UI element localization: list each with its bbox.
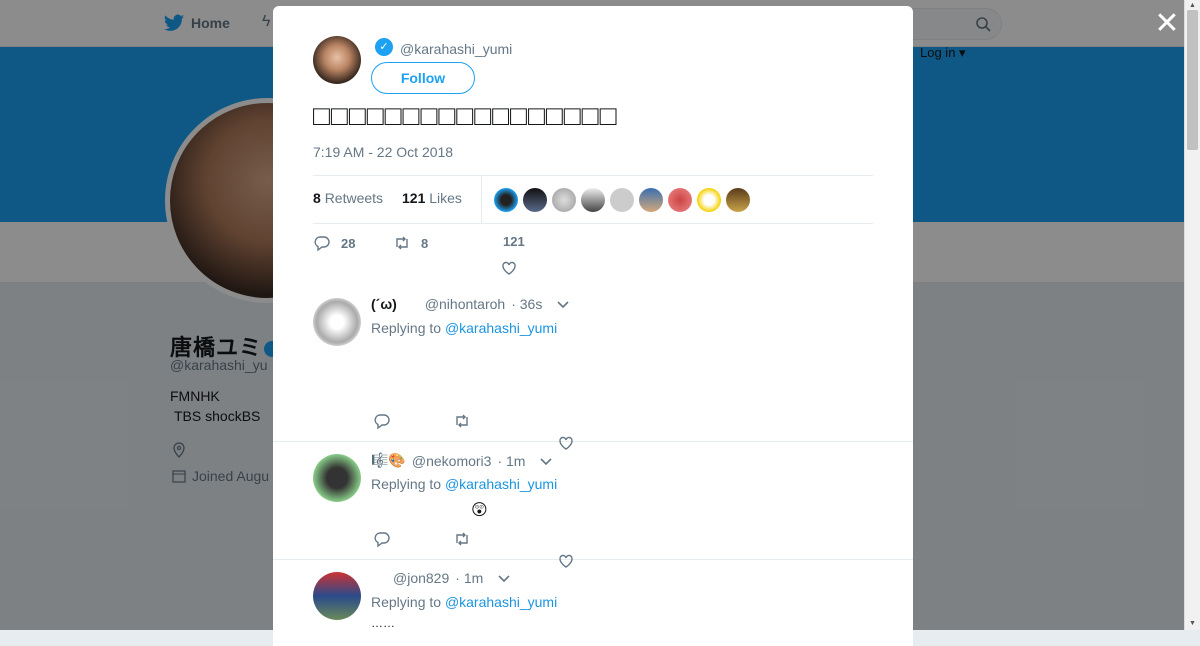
scroll-down-icon[interactable]: ▼	[1189, 620, 1196, 627]
liker-avatar[interactable]	[494, 188, 518, 212]
liker-avatar[interactable]	[552, 188, 576, 212]
reply-author-name[interactable]: 🎼🎨	[371, 452, 406, 469]
retweet-icon	[396, 236, 408, 250]
close-icon[interactable]: ✕	[1153, 9, 1181, 39]
replying-to-link[interactable]: @karahashi_yumi	[445, 594, 557, 610]
reply-icon	[314, 236, 330, 252]
reply-body: ……	[371, 616, 395, 630]
reply-age[interactable]: · 1m	[455, 570, 483, 586]
likes-stat[interactable]: 121 Likes	[402, 190, 462, 206]
likes-count: 121	[402, 190, 426, 206]
reply-author-handle[interactable]: @nihontaroh	[425, 296, 505, 312]
reply-tweet[interactable]: (´ω) @nihontaroh · 36s Replying to @kara…	[273, 286, 913, 450]
liker-avatar[interactable]	[610, 188, 634, 212]
replying-to-prefix: Replying to	[371, 594, 442, 610]
reply-avatar[interactable]	[313, 572, 361, 620]
chevron-down-icon[interactable]	[497, 571, 511, 585]
retweets-stat[interactable]: 8 Retweets	[313, 190, 383, 206]
tweet-author-handle[interactable]: @karahashi_yumi	[400, 41, 512, 57]
liker-avatar[interactable]	[581, 188, 605, 212]
replying-to: Replying to @karahashi_yumi	[371, 594, 557, 610]
reply-actions	[371, 530, 573, 568]
scroll-up-icon[interactable]: ▲	[1189, 2, 1196, 9]
reply-count: 28	[341, 235, 356, 251]
replying-to-link[interactable]: @karahashi_yumi	[445, 476, 557, 492]
chevron-down-icon[interactable]	[556, 297, 570, 311]
reply-tweet[interactable]: @jon829 · 1m Replying to @karahashi_yumi…	[273, 560, 913, 646]
liker-avatar[interactable]	[697, 188, 721, 212]
liker-avatars	[494, 188, 750, 212]
reply-header: @jon829 · 1m	[371, 570, 511, 586]
reply-avatar[interactable]	[313, 298, 361, 346]
like-action[interactable]: 121	[503, 234, 525, 249]
liker-avatar[interactable]	[726, 188, 750, 212]
replying-to-prefix: Replying to	[371, 476, 442, 492]
tweet-text: □□□□□□□□□□□□□□□□□	[313, 100, 618, 131]
retweets-label: Retweets	[324, 190, 384, 206]
retweets-count: 8	[313, 190, 321, 206]
follow-button[interactable]: Follow	[371, 62, 475, 94]
reply-author-name[interactable]: (´ω)	[371, 296, 397, 312]
reply-age[interactable]: · 36s	[511, 296, 542, 312]
reply-author-handle[interactable]: @jon829	[393, 570, 449, 586]
page-scrollbar[interactable]: ▲ ▼	[1184, 0, 1200, 630]
reply-avatar[interactable]	[313, 454, 361, 502]
tweet-timestamp[interactable]: 7:19 AM - 22 Oct 2018	[313, 144, 453, 160]
reply-tweet[interactable]: 🎼🎨 @nekomori3 · 1m Replying to @karahash…	[273, 442, 913, 568]
reply-action[interactable]: 28	[313, 234, 355, 252]
retweet-icon[interactable]	[453, 530, 471, 548]
reply-body: 😲	[471, 502, 488, 519]
replying-to-prefix: Replying to	[371, 320, 442, 336]
liker-avatar[interactable]	[523, 188, 547, 212]
chevron-down-icon[interactable]	[539, 454, 553, 468]
liker-avatar[interactable]	[639, 188, 663, 212]
scrollbar-thumb[interactable]	[1187, 10, 1198, 150]
tweet-stats: 8 Retweets 121 Likes	[313, 175, 873, 224]
retweet-action[interactable]: 8	[393, 234, 428, 252]
liker-avatar[interactable]	[668, 188, 692, 212]
verified-icon: ✓	[375, 38, 393, 56]
reply-icon[interactable]	[373, 530, 391, 548]
like-count: 121	[503, 234, 525, 249]
tweet-author-avatar[interactable]	[313, 36, 361, 84]
retweet-icon[interactable]	[453, 412, 471, 430]
likes-label: Likes	[429, 190, 462, 206]
reply-author-handle[interactable]: @nekomori3	[412, 453, 492, 469]
reply-header: (´ω) @nihontaroh · 36s	[371, 296, 570, 312]
reply-age[interactable]: · 1m	[497, 453, 525, 469]
replying-to: Replying to @karahashi_yumi	[371, 476, 557, 492]
reply-header: 🎼🎨 @nekomori3 · 1m	[371, 452, 553, 469]
reply-icon[interactable]	[373, 412, 391, 430]
stats-divider	[481, 176, 482, 223]
reply-actions	[371, 412, 573, 450]
retweet-count: 8	[421, 235, 429, 251]
tweet-modal: ✓ @karahashi_yumi Follow □□□□□□□□□□□□□□□…	[273, 6, 913, 646]
replying-to: Replying to @karahashi_yumi	[371, 320, 557, 336]
heart-icon[interactable]	[500, 259, 518, 277]
replying-to-link[interactable]: @karahashi_yumi	[445, 320, 557, 336]
